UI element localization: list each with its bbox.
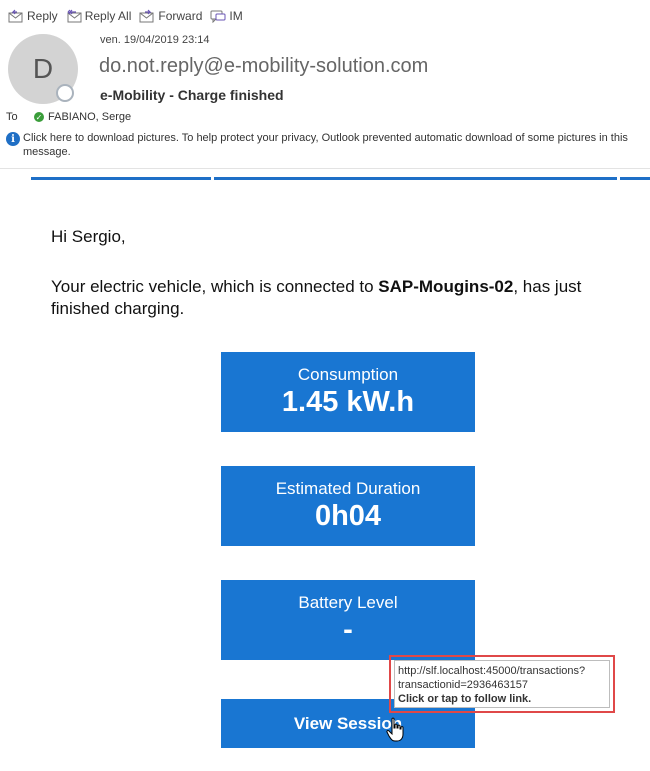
consumption-tile: Consumption 1.45 kW.h	[221, 352, 475, 432]
tooltip-hint-text: Click or tap to follow link.	[398, 693, 532, 705]
message-prefix: Your electric vehicle, which is connecte…	[51, 277, 379, 296]
reply-all-icon	[67, 9, 82, 23]
station-name: SAP-Mougins-02	[378, 277, 514, 296]
recipient-row: To ✓ FABIANO, Serge	[6, 111, 131, 123]
duration-value: 0h04	[314, 500, 382, 532]
consumption-label: Consumption	[297, 365, 399, 384]
battery-tile: Battery Level -	[221, 580, 475, 660]
message-date: ven. 19/04/2019 23:14	[100, 34, 210, 46]
message-toolbar: Reply Reply All Forward IM	[8, 9, 243, 23]
to-label: To	[6, 111, 18, 123]
tooltip-url-line1: http://slf.localhost:45000/transactions?	[398, 665, 586, 677]
im-button[interactable]: IM	[210, 9, 243, 23]
tooltip-hint: Click or tap to follow link.	[398, 692, 606, 706]
download-pictures-bar[interactable]: i Click here to download pictures. To he…	[6, 131, 646, 159]
reply-button[interactable]: Reply	[8, 9, 58, 23]
tooltip-url-line2: transactionid=2936463157	[398, 679, 528, 691]
message-subject: e-Mobility - Charge finished	[100, 87, 284, 103]
consumption-value: 1.45 kW.h	[281, 386, 415, 418]
link-tooltip: http://slf.localhost:45000/transactions?…	[394, 660, 610, 708]
battery-label: Battery Level	[298, 593, 398, 612]
duration-tile: Estimated Duration 0h04	[221, 466, 475, 546]
forward-button[interactable]: Forward	[139, 9, 202, 23]
reply-all-label: Reply All	[84, 9, 132, 23]
download-pictures-text[interactable]: Click here to download pictures. To help…	[23, 131, 646, 159]
im-label: IM	[229, 9, 243, 23]
chat-bubble-icon	[210, 10, 226, 23]
email-banner-bar-left	[31, 177, 211, 180]
greeting: Hi Sergio,	[51, 227, 126, 246]
reply-all-button[interactable]: Reply All	[66, 9, 132, 23]
reply-icon	[8, 9, 23, 23]
battery-value: -	[343, 614, 353, 646]
email-banner-bar-right	[620, 177, 650, 180]
avatar-initial: D	[32, 53, 54, 84]
reply-label: Reply	[27, 9, 58, 23]
presence-available-icon: ✓	[34, 112, 44, 122]
forward-label: Forward	[158, 9, 203, 23]
charge-message: Your electric vehicle, which is connecte…	[51, 276, 631, 320]
sender-address[interactable]: do.not.reply@e-mobility-solution.com	[99, 55, 428, 78]
forward-icon	[139, 9, 154, 23]
duration-label: Estimated Duration	[275, 479, 421, 498]
presence-status-icon	[56, 84, 74, 102]
email-banner-bar-center	[214, 177, 617, 180]
recipient-name[interactable]: FABIANO, Serge	[48, 111, 131, 123]
header-divider	[0, 168, 650, 169]
hand-pointer-icon	[386, 717, 404, 742]
info-icon: i	[6, 132, 20, 146]
